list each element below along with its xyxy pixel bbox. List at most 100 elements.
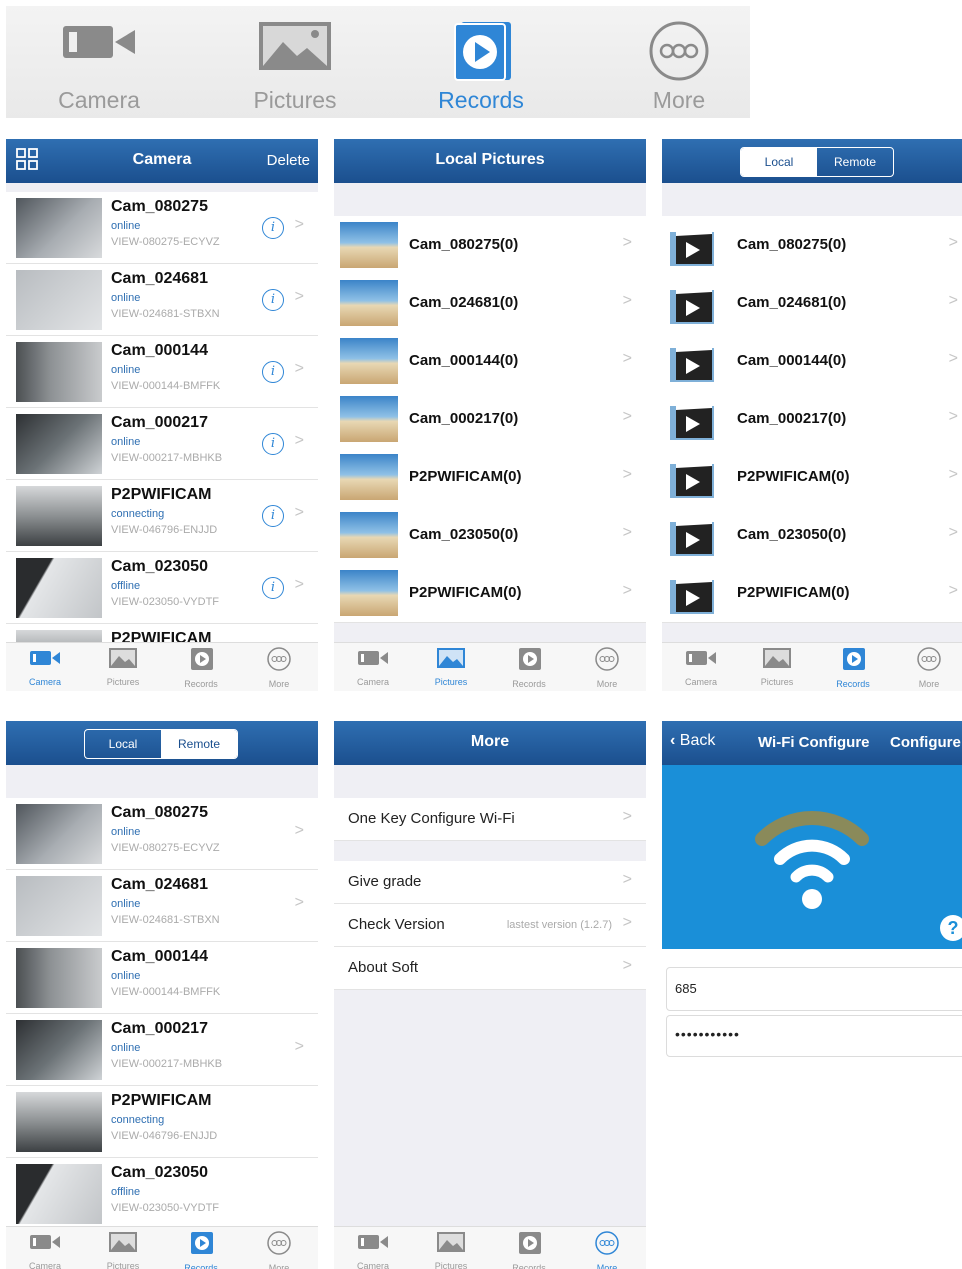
menu-item-label: About Soft [348,959,419,976]
folder-name: Cam_023050(0) [409,526,519,543]
picture-thumbnail [340,280,398,326]
configure-button[interactable]: Configure [890,734,961,751]
tab-camera[interactable]: Camera [662,647,740,687]
info-icon[interactable]: i [262,361,284,383]
menu-item-about-soft[interactable]: About Soft > [334,947,646,990]
info-icon[interactable]: i [262,217,284,239]
chevron-right-icon: > [622,292,632,309]
tab-pictures[interactable]: Pictures [412,647,490,687]
tab-records[interactable]: Records [388,6,574,118]
camera-status: online [111,898,141,910]
folder-row[interactable]: Cam_023050(0) > [334,506,646,565]
info-icon[interactable]: i [262,505,284,527]
menu-item-check-version[interactable]: Check Version lastest version (1.2.7) > [334,904,646,947]
tab-camera[interactable]: Camera [334,1231,412,1269]
navbar: Local Remote [662,139,962,183]
picture-thumbnail [340,222,398,268]
folder-row[interactable]: P2PWIFICAM(0) > [334,564,646,623]
tab-camera[interactable]: Camera [6,1231,84,1269]
tab-pictures[interactable]: Pictures [84,647,162,687]
tab-records[interactable]: Records [814,647,892,689]
chevron-right-icon: > [622,957,632,974]
chevron-right-icon: > [294,576,304,593]
tab-label: More [596,1263,618,1269]
tab-pictures[interactable]: Pictures [84,1231,162,1269]
folder-row[interactable]: P2PWIFICAM(0) > [662,448,962,507]
segment-local[interactable]: Local [741,148,817,176]
camera-row[interactable]: Cam_000217 online VIEW-000217-MBHKB > [6,1014,318,1086]
camera-row[interactable]: Cam_024681 online VIEW-024681-STBXN > [6,870,318,942]
camera-thumbnail [16,876,102,936]
tab-label: Pictures [253,87,337,113]
folder-row[interactable]: P2PWIFICAM(0) > [334,448,646,507]
camera-uid: VIEW-000217-MBHKB [111,1058,223,1070]
camera-uid: VIEW-023050-VYDTF [111,596,220,608]
camera-row[interactable]: Cam_023050 offline VIEW-023050-VYDTF i > [6,552,318,624]
folder-row[interactable]: Cam_000217(0) > [334,390,646,449]
tab-more[interactable]: More [890,647,962,689]
tab-pictures[interactable]: Pictures [412,1231,490,1269]
tab-camera[interactable]: Camera [6,6,192,118]
chevron-right-icon: > [948,234,958,251]
tab-more[interactable]: More [586,6,772,118]
pictures-screen: Local Pictures Cam_080275(0) > Cam_024681… [334,139,646,691]
folder-row[interactable]: Cam_000217(0) > [662,390,962,449]
camera-row[interactable]: P2PWIFICAM connecting VIEW-046796-ENJJD [6,1086,318,1158]
camera-row[interactable]: Cam_080275 online VIEW-080275-ECYVZ > [6,798,318,870]
password-field[interactable]: ••••••••••• [666,1015,962,1057]
ssid-field[interactable]: 685 [666,967,962,1011]
info-icon[interactable]: i [262,577,284,599]
segment-remote[interactable]: Remote [817,148,893,176]
chevron-right-icon: > [948,292,958,309]
camera-row[interactable]: Cam_000217 online VIEW-000217-MBHKB i > [6,408,318,480]
tab-label: Records [512,679,546,689]
folder-row[interactable]: Cam_024681(0) > [662,274,962,333]
more-icon [595,647,619,671]
camera-row[interactable]: Cam_000144 online VIEW-000144-BMFFK i > [6,336,318,408]
folder-name: Cam_024681(0) [737,294,847,311]
camera-name: Cam_000217 [111,414,208,431]
tab-camera[interactable]: Camera [334,647,412,687]
menu-item-label: Check Version [348,916,445,933]
navbar: ‹ Back Wi-Fi Configure Configure [662,721,962,765]
tab-records[interactable]: Records [162,1231,240,1269]
tab-more[interactable]: More [240,647,318,689]
tab-pictures[interactable]: Pictures [738,647,816,687]
camera-status: offline [111,580,141,592]
tab-more[interactable]: More [568,1231,646,1269]
camera-row[interactable]: Cam_080275 online VIEW-080275-ECYVZ i > [6,192,318,264]
menu-item-wifi-configure[interactable]: One Key Configure Wi-Fi > [334,798,646,841]
tab-pictures[interactable]: Pictures [202,6,388,118]
info-icon[interactable]: i [262,289,284,311]
tab-records[interactable]: Records [490,647,568,689]
segment-remote[interactable]: Remote [161,730,237,758]
records-icon [519,1232,541,1254]
video-folder-icon [670,342,714,382]
segment-local[interactable]: Local [85,730,161,758]
camera-name: P2PWIFICAM [111,486,212,503]
camera-row[interactable]: P2PWIFICAM connecting VIEW-046796-ENJJD … [6,480,318,552]
camera-row[interactable]: Cam_023050 offline VIEW-023050-VYDTF [6,1158,318,1230]
tab-more[interactable]: More [568,647,646,689]
tab-camera[interactable]: Camera [6,647,84,687]
folder-row[interactable]: Cam_080275(0) > [662,216,962,275]
camera-status: online [111,970,141,982]
folder-row[interactable]: Cam_023050(0) > [662,506,962,565]
camera-row[interactable]: Cam_024681 online VIEW-024681-STBXN i > [6,264,318,336]
delete-button[interactable]: Delete [267,152,310,169]
camera-row[interactable]: Cam_000144 online VIEW-000144-BMFFK [6,942,318,1014]
info-icon[interactable]: i [262,433,284,455]
back-button[interactable]: ‹ Back [670,732,715,750]
help-icon[interactable]: ? [940,915,962,941]
folder-row[interactable]: Cam_080275(0) > [334,216,646,275]
camera-thumbnail [16,486,102,546]
tab-more[interactable]: More [240,1231,318,1269]
tab-records[interactable]: Records [162,647,240,689]
folder-name: Cam_024681(0) [409,294,519,311]
folder-row[interactable]: P2PWIFICAM(0) > [662,564,962,623]
tab-records[interactable]: Records [490,1231,568,1269]
menu-item-give-grade[interactable]: Give grade > [334,861,646,904]
folder-row[interactable]: Cam_000144(0) > [662,332,962,391]
folder-row[interactable]: Cam_024681(0) > [334,274,646,333]
folder-row[interactable]: Cam_000144(0) > [334,332,646,391]
